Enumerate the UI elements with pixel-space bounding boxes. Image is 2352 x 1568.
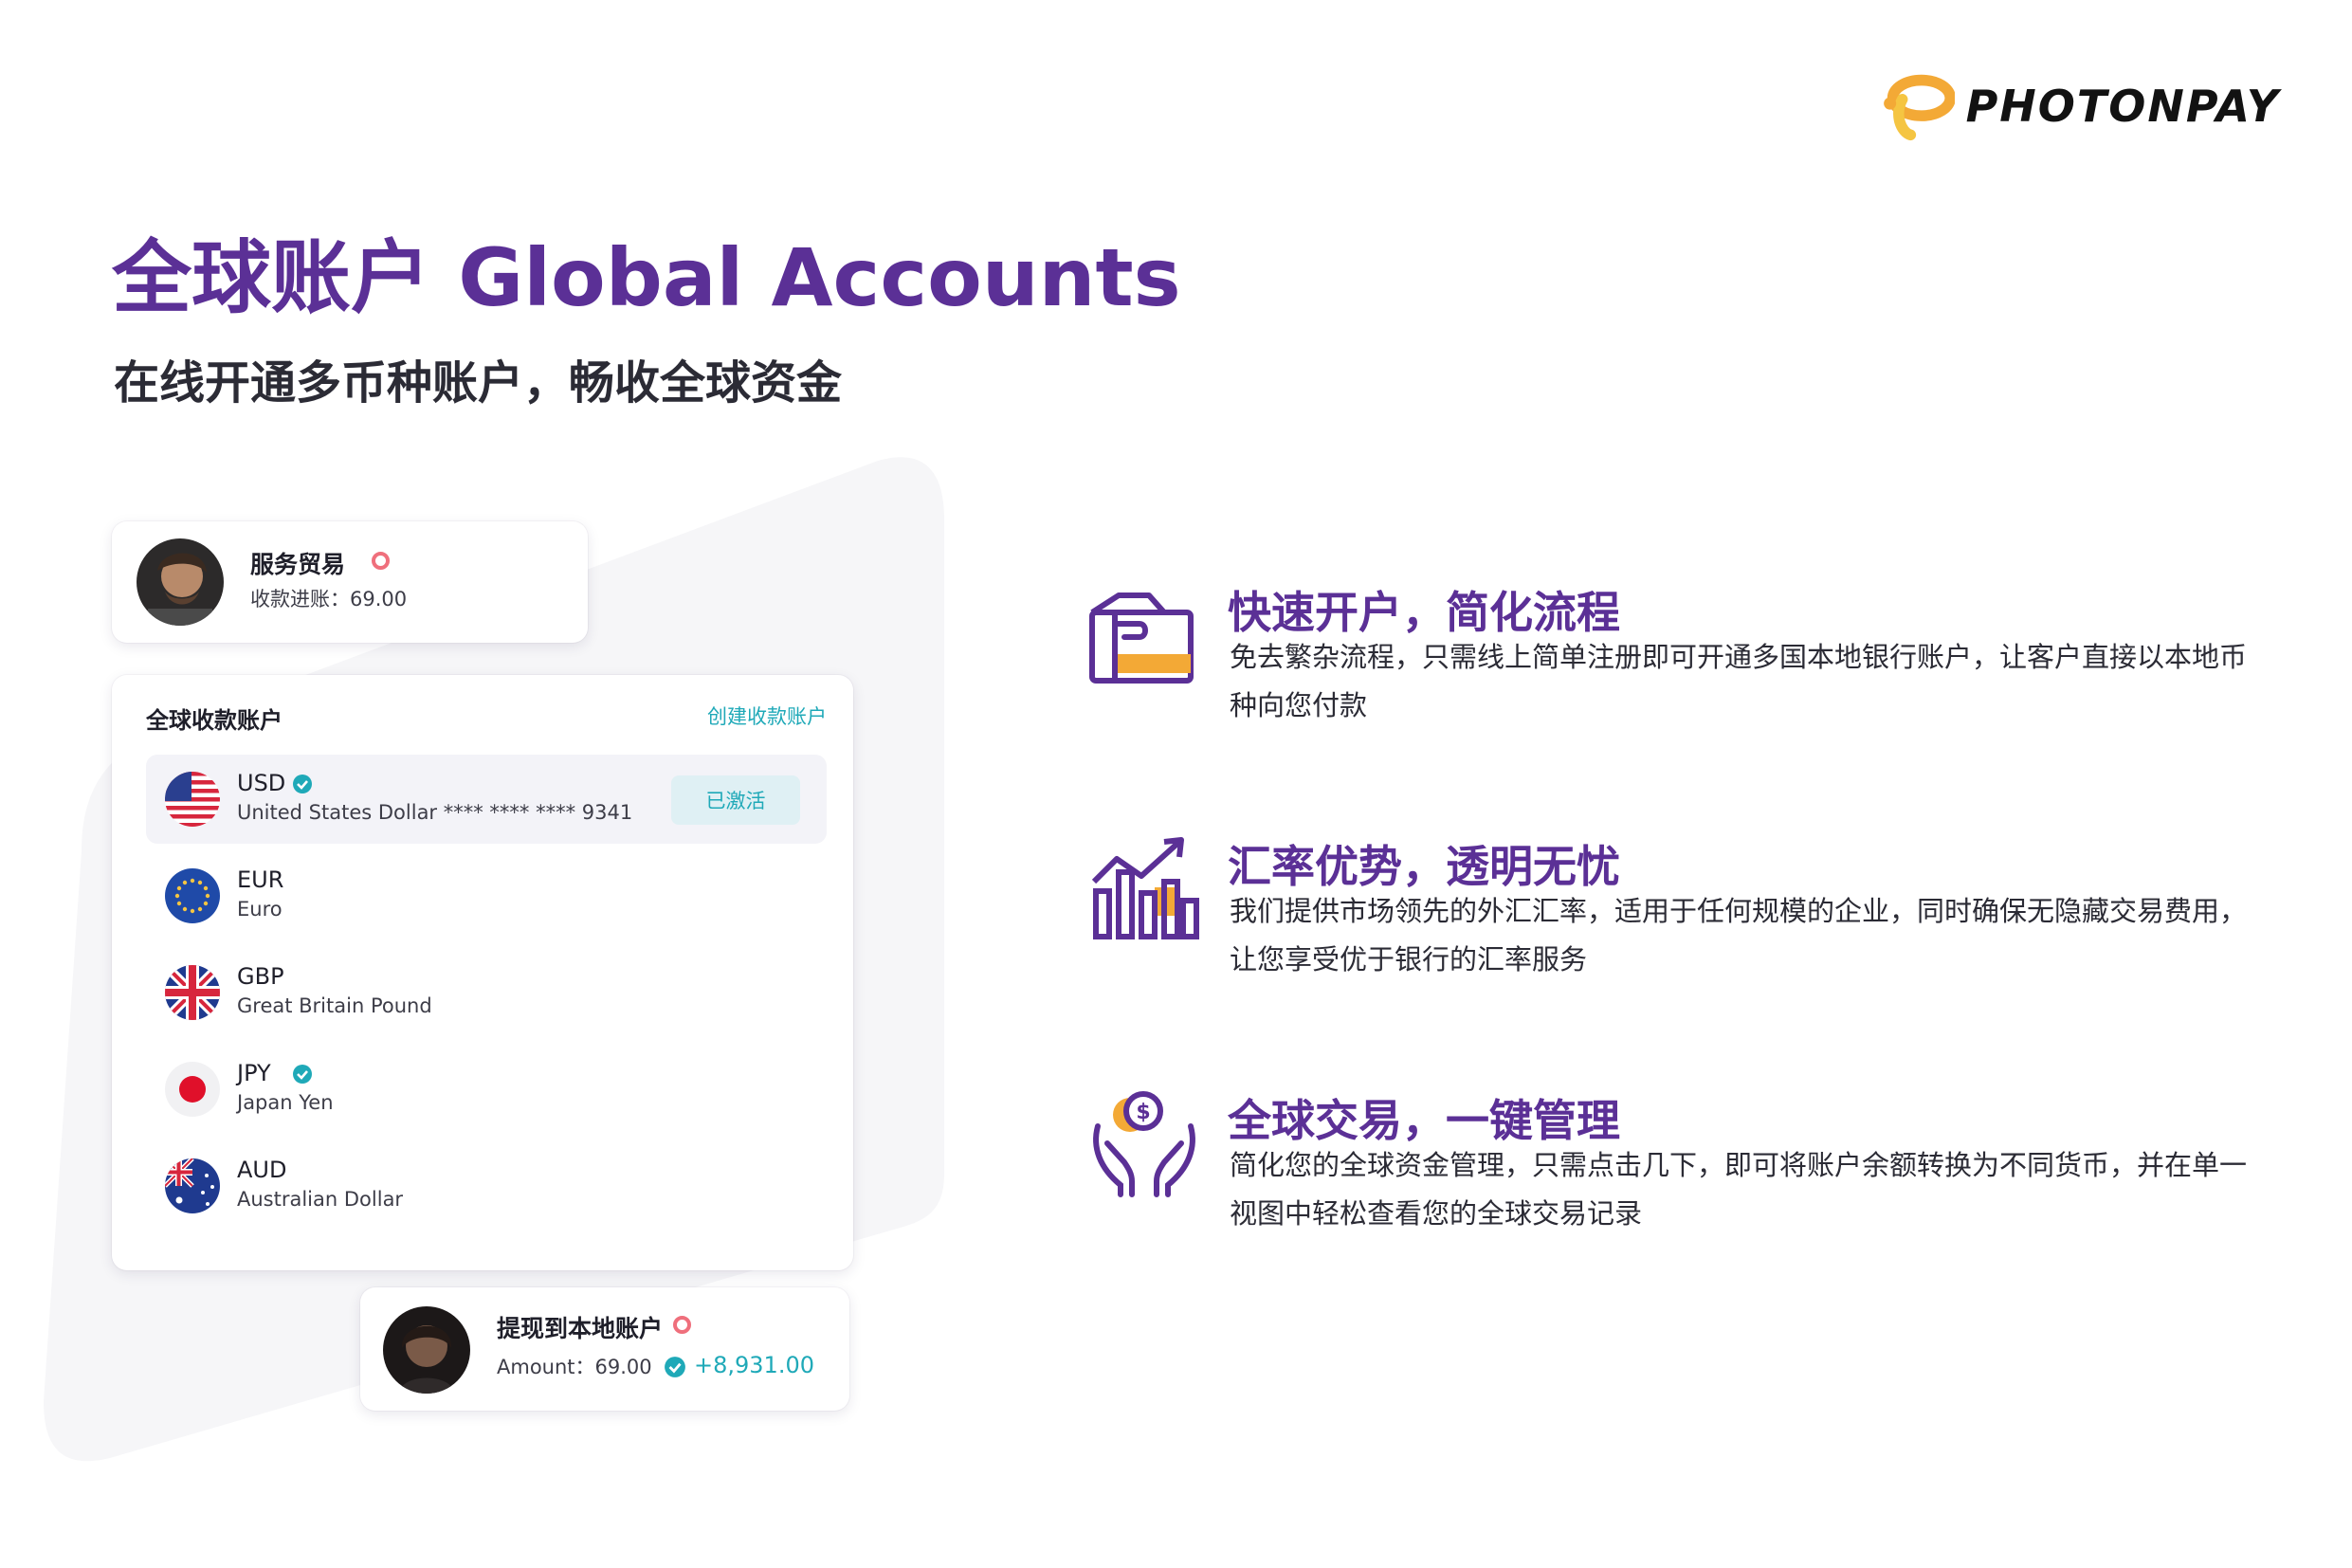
alert-dot-icon: [372, 552, 390, 570]
rate-chart-icon: [1091, 837, 1199, 939]
verified-check-icon: [665, 1357, 685, 1377]
status-badge: 已激活: [671, 775, 800, 825]
income-notice-card[interactable]: 服务贸易 收款进账：69.00: [112, 521, 588, 643]
notice-amount: Amount：69.00: [497, 1356, 652, 1378]
credit-amount: +8,931.00: [694, 1352, 814, 1378]
photonpay-logo: PHOTONPAY: [1882, 59, 2280, 154]
feature-description: 我们提供市场领先的外汇汇率，适用于任何规模的企业，同时确保无隐藏交易费用，让您享…: [1230, 895, 2248, 975]
accounts-card-title: 全球收款账户: [146, 707, 283, 734]
photonpay-logo-mark-icon: [1884, 74, 1955, 141]
create-account-link[interactable]: 创建收款账户: [707, 702, 827, 730]
user-avatar: [383, 1306, 470, 1394]
page-subtitle: 在线开通多币种账户，畅收全球资金: [114, 356, 843, 410]
feature-description: 简化您的全球资金管理，只需点击几下，即可将账户余额转换为不同货币，并在单一视图中…: [1230, 1149, 2248, 1230]
feature-title: 快速开户，简化流程: [1228, 587, 1620, 638]
currency-code: AUD: [237, 1157, 287, 1183]
account-row-gbp[interactable]: GBP Great Britain Pound: [146, 948, 827, 1037]
currency-name: United States Dollar **** **** **** 9341: [237, 801, 633, 824]
verified-check-icon: [293, 1065, 312, 1084]
currency-name: Euro: [237, 898, 283, 921]
uk-flag-icon: [165, 965, 220, 1020]
account-row-usd[interactable]: USD United States Dollar **** **** **** …: [146, 755, 827, 844]
user-avatar: [137, 538, 224, 626]
card-hand-icon: [1089, 593, 1194, 684]
account-row-eur[interactable]: EUR Euro: [146, 851, 827, 940]
feature-title: 汇率优势，透明无忧: [1228, 841, 1620, 892]
eu-flag-icon: [165, 868, 220, 923]
withdraw-notice-card[interactable]: 提现到本地账户 Amount：69.00 +8,931.00: [360, 1287, 849, 1411]
currency-code: EUR: [237, 866, 284, 893]
alert-dot-icon: [673, 1316, 691, 1334]
currency-name: Great Britain Pound: [237, 994, 432, 1017]
global-accounts-card: 全球收款账户 创建收款账户 USD United States Dollar *…: [112, 675, 853, 1270]
currency-code: JPY: [237, 1060, 271, 1086]
feature-description: 免去繁杂流程，只需线上简单注册即可开通多国本地银行账户，让客户直接以本地币种向您…: [1230, 641, 2248, 721]
notice-title: 服务贸易: [250, 551, 346, 578]
currency-name: Japan Yen: [237, 1091, 334, 1114]
currency-name: Australian Dollar: [237, 1188, 404, 1211]
currency-code: USD: [237, 770, 286, 796]
brand-name: PHOTONPAY: [1965, 81, 2280, 132]
page-title: 全球账户 Global Accounts: [112, 231, 1181, 324]
jp-flag-icon: [165, 1062, 220, 1117]
us-flag-icon: [165, 772, 220, 827]
svg-text:$: $: [1136, 1101, 1150, 1124]
account-row-aud[interactable]: AUD Australian Dollar: [146, 1141, 827, 1231]
verified-check-icon: [293, 775, 312, 793]
hands-coin-icon: $: [1093, 1091, 1195, 1197]
feature-title: 全球交易，一键管理: [1228, 1095, 1620, 1146]
currency-code: GBP: [237, 963, 284, 990]
notice-title: 提现到本地账户: [497, 1315, 664, 1342]
account-row-jpy[interactable]: JPY Japan Yen: [146, 1045, 827, 1134]
notice-amount: 收款进账：69.00: [250, 588, 408, 611]
au-flag-icon: [165, 1158, 220, 1213]
